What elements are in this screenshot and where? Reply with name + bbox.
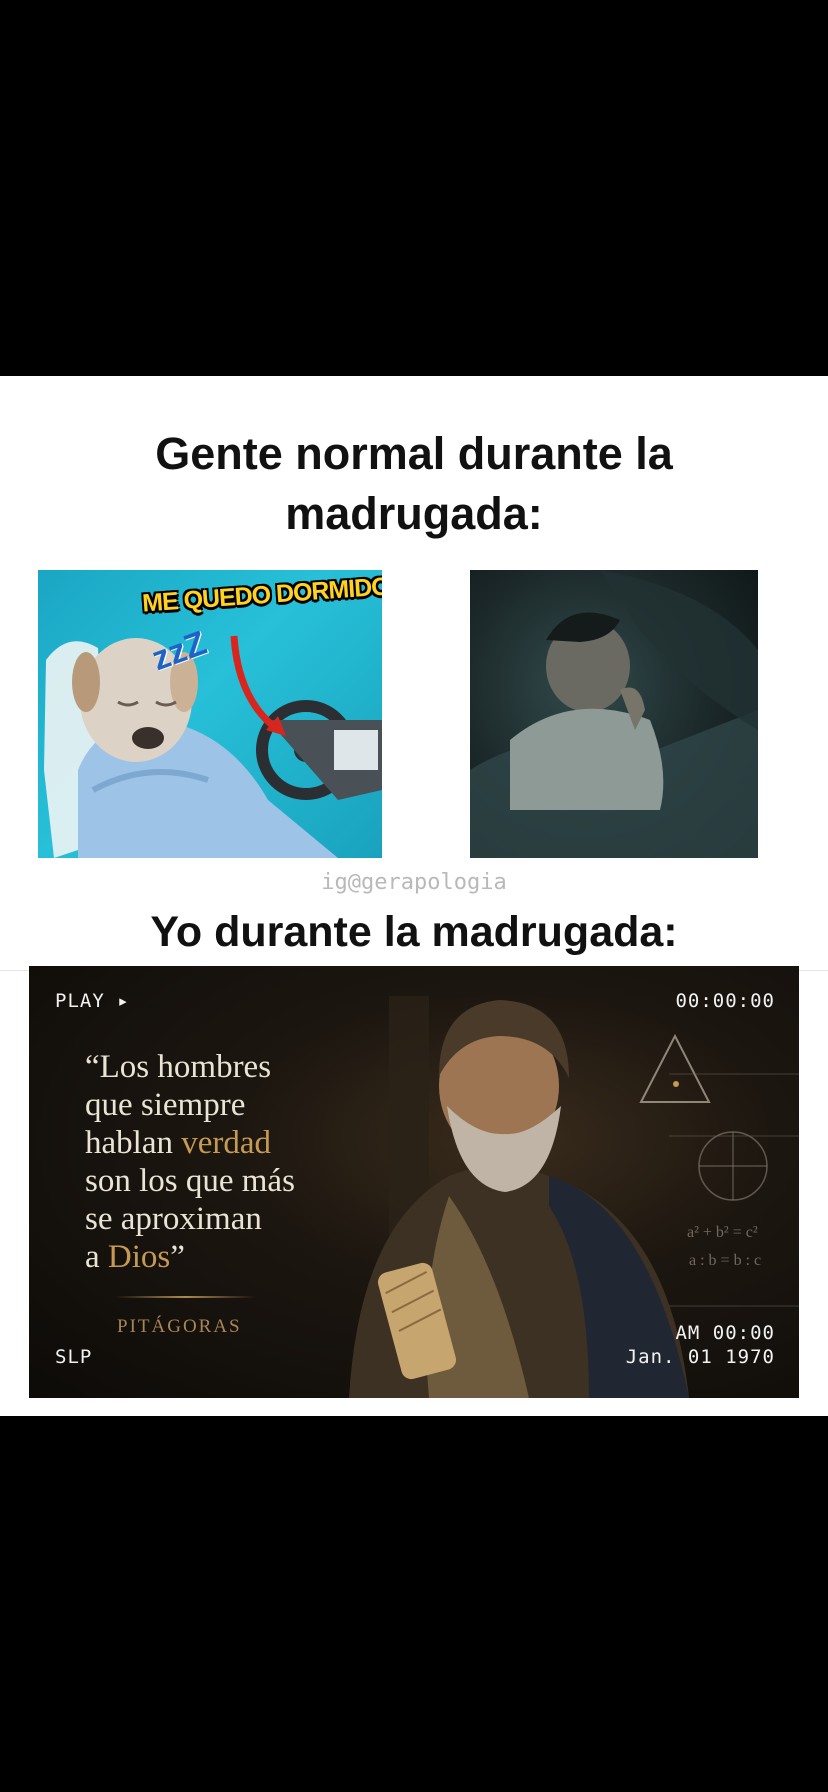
am-time: AM 00:00 [675,1322,775,1344]
pythagoras-quote-image: PLAY ▸ 00:00:00 SLP AM 00:00 Jan. 01 197… [29,966,799,1398]
ratio-formula: a : b = b : c [689,1252,762,1269]
quote-close: ” [170,1239,185,1275]
date-stamp: Jan. 01 1970 [625,1346,775,1368]
quote-author: PITÁGORAS [117,1316,242,1337]
slp-label: SLP [55,1346,93,1368]
quote-accent-verdad: verdad [181,1125,272,1161]
ornament-divider [115,1296,255,1298]
quote-accent-dios: Dios [107,1239,171,1275]
play-indicator: PLAY ▸ [55,990,130,1012]
top-heading: Gente normal durante la madrugada: [155,428,673,539]
watermark: ig@gerapologia [321,870,507,895]
screen: Gente normal durante la madrugada: ME QU… [0,0,828,1792]
night-bed-image [470,570,758,858]
quote-text: “Los hombres que siempre hablan verdad s… [85,1048,295,1276]
bottom-heading: Yo durante la madrugada: [150,908,678,956]
meme-card: Gente normal durante la madrugada: ME QU… [0,376,828,1416]
person-in-bed-illustration [470,570,758,858]
sleeping-dog-image: ME QUEDO DORMIDO zzZ [38,570,382,858]
timecode: 00:00:00 [675,990,775,1012]
pythagorean-formula: a² + b² = c² [687,1224,758,1241]
